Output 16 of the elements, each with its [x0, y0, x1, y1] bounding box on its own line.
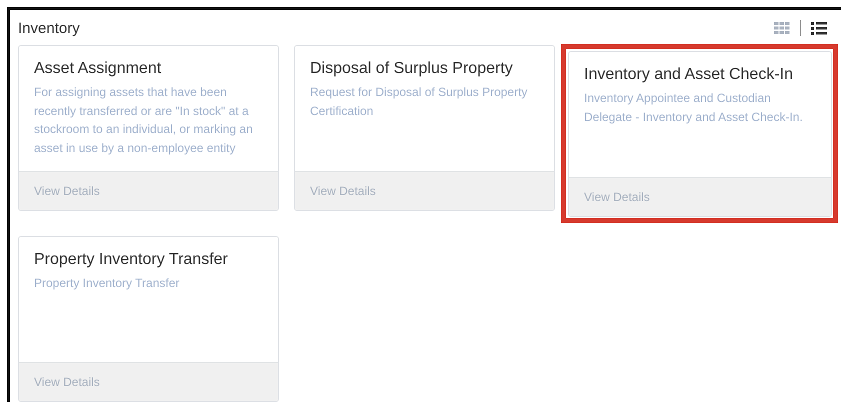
- card-title: Property Inventory Transfer: [34, 251, 229, 269]
- card-title: Asset Assignment: [34, 60, 162, 78]
- view-details-button[interactable]: View Details: [569, 177, 831, 216]
- view-details-button[interactable]: View Details: [19, 171, 278, 210]
- section-title: Inventory: [18, 20, 80, 36]
- card-description: Request for Disposal of Surplus Property Certification: [310, 84, 528, 120]
- view-details-button[interactable]: View Details: [19, 362, 278, 401]
- grid-view-icon: [774, 22, 790, 34]
- card-title: Disposal of Surplus Property: [310, 60, 514, 78]
- card-description: For assigning assets that have been recently transferred or are "In stock" at a stockroom to an individual, or marking an asset in use by a non-employee entity: [34, 84, 254, 156]
- view-details-button[interactable]: View Details: [295, 171, 554, 210]
- card-title: Inventory and Asset Check-In: [584, 66, 794, 84]
- card-description: Property Inventory Transfer: [34, 275, 180, 292]
- list-view-icon: [811, 22, 827, 34]
- card-description: Inventory Appointee and Custodian Delegate - Inventory and Asset Check-In.: [584, 90, 804, 126]
- list-view-button[interactable]: [811, 22, 827, 34]
